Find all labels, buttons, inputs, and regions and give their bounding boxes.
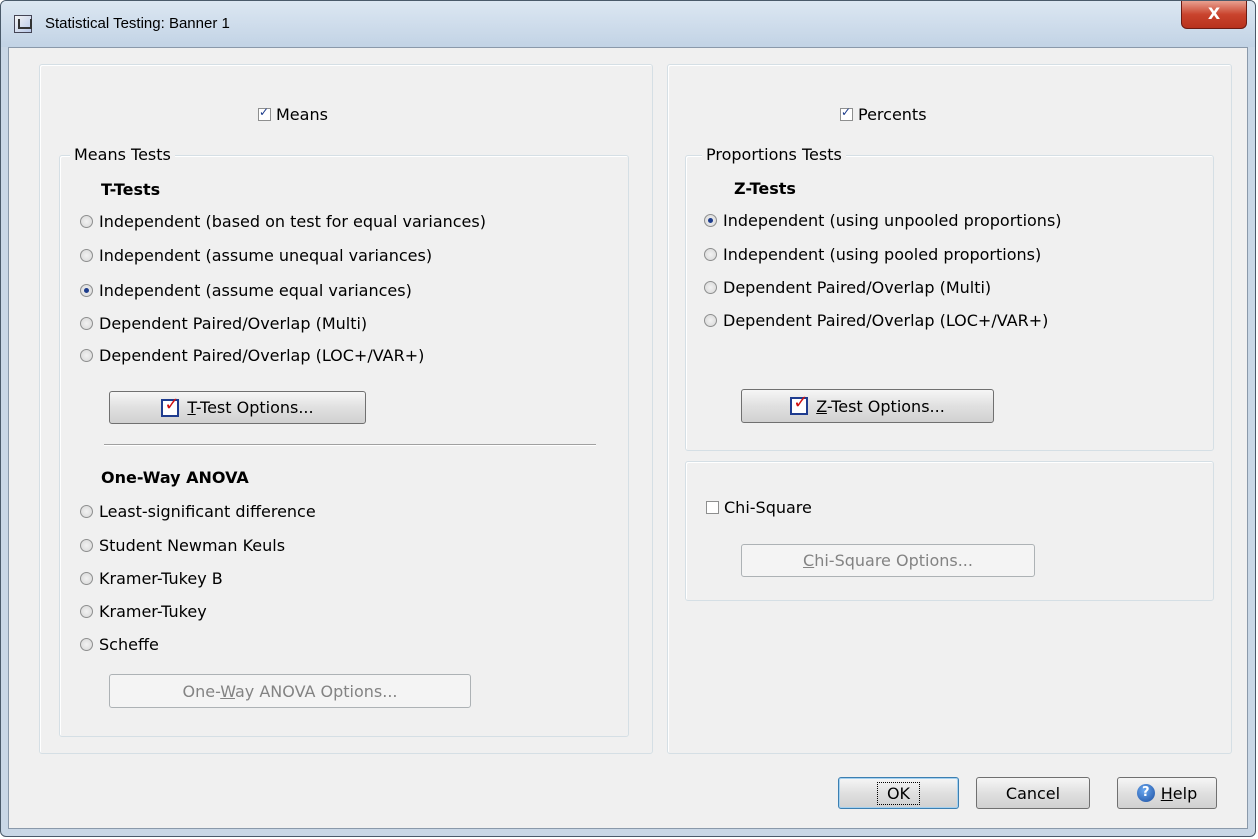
z-test-options-button[interactable]: Z-Test Options... xyxy=(741,389,994,423)
window-title: Statistical Testing: Banner 1 xyxy=(45,15,230,32)
radio-label: Dependent Paired/Overlap (LOC+/VAR+) xyxy=(99,346,425,365)
anova-options-label: One-Way ANOVA Options... xyxy=(182,681,398,701)
radio-button[interactable] xyxy=(704,314,717,327)
chi-square-checkbox-box[interactable] xyxy=(706,501,719,514)
radio-button[interactable] xyxy=(80,215,93,228)
percents-checkbox-box[interactable] xyxy=(840,105,853,121)
radio-label: Kramer-Tukey xyxy=(99,602,207,621)
radio-label: Least-significant difference xyxy=(99,502,316,521)
z-test-option-3[interactable]: Dependent Paired/Overlap (Multi) xyxy=(704,278,991,297)
percents-checkbox[interactable]: Percents xyxy=(840,105,927,124)
means-pane: Means Means Tests T-Tests Independent (b… xyxy=(39,64,653,754)
anova-heading: One-Way ANOVA xyxy=(101,468,249,487)
t-test-options-button[interactable]: T-Test Options... xyxy=(109,391,366,424)
t-test-option-2[interactable]: Independent (assume unequal variances) xyxy=(80,246,432,265)
anova-option-3[interactable]: Kramer-Tukey B xyxy=(80,569,223,588)
close-button[interactable]: X xyxy=(1181,1,1247,29)
radio-label: Dependent Paired/Overlap (LOC+/VAR+) xyxy=(723,311,1049,330)
radio-button[interactable] xyxy=(80,505,93,518)
anova-options-button[interactable]: One-Way ANOVA Options... xyxy=(109,674,471,708)
anova-option-5[interactable]: Scheffe xyxy=(80,635,159,654)
dialog-body: Means Means Tests T-Tests Independent (b… xyxy=(8,47,1248,829)
means-tests-group: Means Tests T-Tests Independent (based o… xyxy=(59,145,629,737)
help-button[interactable]: ? Help xyxy=(1117,777,1217,809)
proportions-tests-legend: Proportions Tests xyxy=(702,145,846,164)
radio-button-selected[interactable] xyxy=(80,284,93,297)
means-checkbox[interactable]: Means xyxy=(258,105,328,124)
chi-square-group: Chi-Square Chi-Square Options... xyxy=(685,461,1214,601)
ok-button[interactable]: OK xyxy=(838,777,959,809)
radio-button[interactable] xyxy=(80,605,93,618)
z-test-option-1[interactable]: Independent (using unpooled proportions) xyxy=(704,211,1062,230)
cancel-button[interactable]: Cancel xyxy=(976,777,1090,809)
t-test-option-1[interactable]: Independent (based on test for equal var… xyxy=(80,212,486,231)
cancel-button-label: Cancel xyxy=(1005,783,1061,803)
proportions-tests-group: Proportions Tests Z-Tests Independent (u… xyxy=(685,145,1214,451)
radio-label: Dependent Paired/Overlap (Multi) xyxy=(723,278,992,297)
means-checkbox-box[interactable] xyxy=(258,105,271,121)
chi-square-checkbox[interactable]: Chi-Square xyxy=(706,498,812,517)
chi-square-options-button[interactable]: Chi-Square Options... xyxy=(741,544,1035,577)
radio-label: Kramer-Tukey B xyxy=(99,569,223,588)
radio-label: Independent (assume equal variances) xyxy=(99,281,412,300)
t-test-options-label: T-Test Options... xyxy=(187,398,314,417)
radio-button-selected[interactable] xyxy=(704,214,717,227)
z-test-option-2[interactable]: Independent (using pooled proportions) xyxy=(704,245,1041,264)
z-test-option-4[interactable]: Dependent Paired/Overlap (LOC+/VAR+) xyxy=(704,311,1048,330)
anova-option-1[interactable]: Least-significant difference xyxy=(80,502,316,521)
anova-option-2[interactable]: Student Newman Keuls xyxy=(80,536,285,555)
radio-label: Independent (assume unequal variances) xyxy=(99,246,433,265)
t-tests-heading: T-Tests xyxy=(101,180,161,199)
title-bar[interactable]: Statistical Testing: Banner 1 X xyxy=(1,1,1255,47)
z-tests-heading: Z-Tests xyxy=(734,179,796,198)
help-button-label: Help xyxy=(1160,783,1198,803)
t-test-option-5[interactable]: Dependent Paired/Overlap (LOC+/VAR+) xyxy=(80,346,424,365)
chi-square-checkbox-label: Chi-Square xyxy=(724,498,812,517)
radio-label: Scheffe xyxy=(99,635,159,654)
radio-button[interactable] xyxy=(80,349,93,362)
radio-button[interactable] xyxy=(80,638,93,651)
checked-box-icon xyxy=(790,392,808,415)
radio-button[interactable] xyxy=(704,281,717,294)
radio-label: Independent (based on test for equal var… xyxy=(99,212,486,231)
t-test-option-4[interactable]: Dependent Paired/Overlap (Multi) xyxy=(80,314,367,333)
radio-button[interactable] xyxy=(80,539,93,552)
t-test-option-3[interactable]: Independent (assume equal variances) xyxy=(80,281,412,300)
anova-option-4[interactable]: Kramer-Tukey xyxy=(80,602,207,621)
percents-checkbox-label: Percents xyxy=(858,105,927,124)
radio-button[interactable] xyxy=(80,249,93,262)
radio-button[interactable] xyxy=(704,248,717,261)
radio-button[interactable] xyxy=(80,317,93,330)
ok-button-label: OK xyxy=(876,781,921,805)
help-icon: ? xyxy=(1136,784,1155,802)
chi-square-options-label: Chi-Square Options... xyxy=(803,551,973,570)
checked-box-icon xyxy=(161,394,179,417)
radio-label: Independent (using pooled proportions) xyxy=(723,245,1042,264)
section-divider xyxy=(104,444,596,446)
radio-button[interactable] xyxy=(80,572,93,585)
close-icon: X xyxy=(1207,4,1221,23)
means-tests-legend: Means Tests xyxy=(70,145,175,164)
percents-pane: Percents Proportions Tests Z-Tests Indep… xyxy=(667,64,1232,754)
app-icon xyxy=(14,15,32,33)
dialog-window: Statistical Testing: Banner 1 X Means Me… xyxy=(0,0,1256,837)
radio-label: Student Newman Keuls xyxy=(99,536,286,555)
means-checkbox-label: Means xyxy=(276,105,328,124)
radio-label: Independent (using unpooled proportions) xyxy=(723,211,1062,230)
z-test-options-label: Z-Test Options... xyxy=(816,396,945,416)
radio-label: Dependent Paired/Overlap (Multi) xyxy=(99,314,368,333)
